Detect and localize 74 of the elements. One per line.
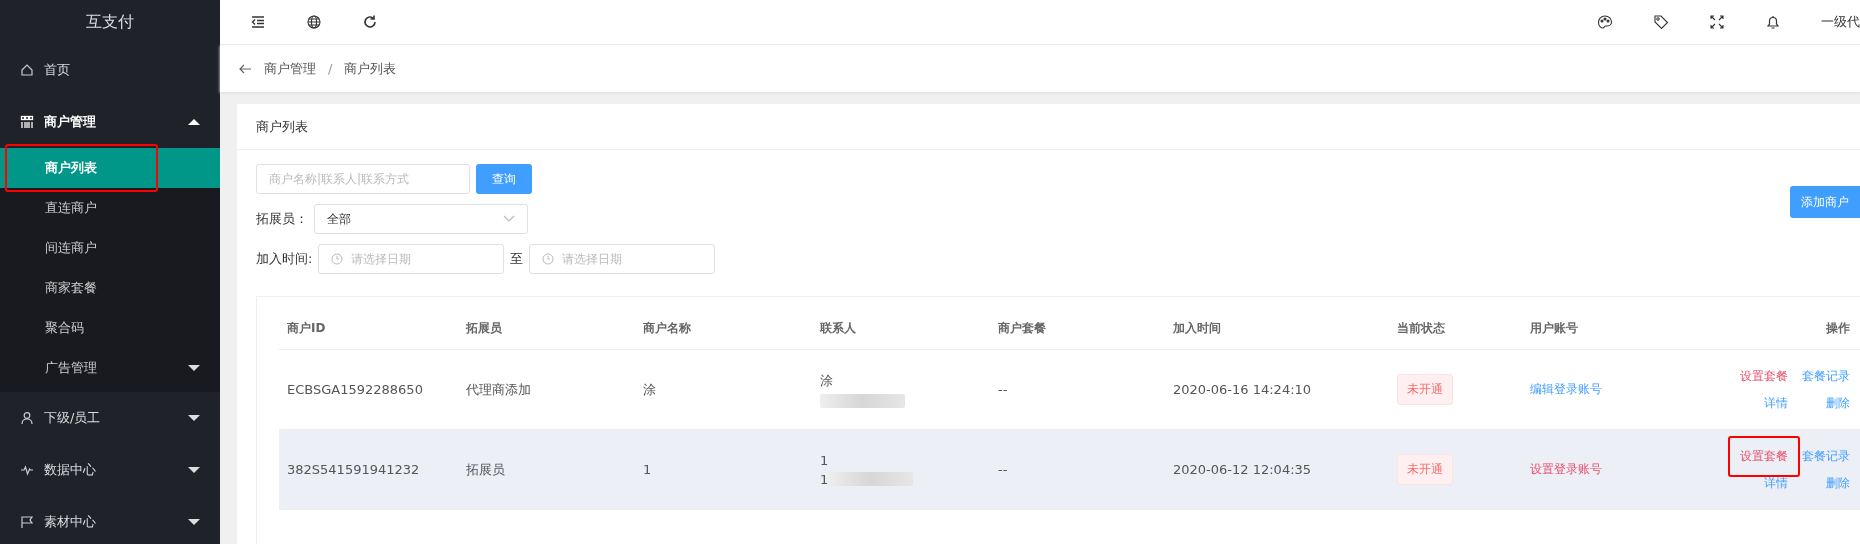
range-separator: 至 <box>510 250 524 268</box>
status-tag: 未开通 <box>1397 454 1453 485</box>
column-header: 商户名称 <box>635 307 812 350</box>
account-link[interactable]: 编辑登录账号 <box>1530 381 1602 398</box>
grid-icon <box>20 115 34 129</box>
sidebar-item[interactable]: 素材中心 <box>0 496 220 544</box>
action-link[interactable]: 删除 <box>1826 394 1850 412</box>
submenu-item[interactable]: 广告管理 <box>0 348 220 388</box>
search-button[interactable]: 查询 <box>476 164 532 194</box>
breadcrumb-item[interactable]: 商户列表 <box>344 59 397 78</box>
refresh-icon[interactable] <box>362 14 378 30</box>
action-link[interactable]: 详情 <box>1764 474 1788 492</box>
breadcrumb-item[interactable]: 商户管理 <box>264 59 316 78</box>
field-label: 拓展员： <box>256 210 308 228</box>
column-header: 用户账号 <box>1522 307 1702 350</box>
action-link[interactable]: 详情 <box>1764 394 1788 412</box>
account-link[interactable]: 设置登录账号 <box>1530 461 1602 478</box>
tag-icon[interactable] <box>1653 14 1669 30</box>
submenu-item[interactable]: 聚合码 <box>0 308 220 348</box>
menu-collapse-icon[interactable] <box>250 14 266 30</box>
promoter-select[interactable]: 全部 <box>314 204 528 234</box>
bell-icon[interactable] <box>1765 14 1781 30</box>
sidebar-item[interactable]: 数据中心 <box>0 444 220 496</box>
submenu-item[interactable]: 商家套餐 <box>0 268 220 308</box>
table-cell-text: 382S541591941232 <box>286 461 421 479</box>
table-cell-text: 2020-06-16 14:24:10 <box>1172 381 1313 399</box>
pulse-icon <box>20 463 34 477</box>
palette-icon[interactable] <box>1597 14 1613 30</box>
contact-text: 1 <box>820 471 829 487</box>
submenu-item[interactable]: 直连商户 <box>0 188 220 228</box>
app-logo-text: 互支付 <box>86 11 134 33</box>
card-title: 商户列表 <box>256 117 308 136</box>
sidebar-item[interactable]: 商户管理 <box>0 96 220 148</box>
table-cell-text: 1 <box>642 461 653 479</box>
column-header: 商户套餐 <box>990 307 1165 350</box>
status-tag: 未开通 <box>1397 374 1453 405</box>
user-icon <box>20 411 34 425</box>
home-icon <box>20 63 34 77</box>
clock-icon <box>542 253 555 265</box>
column-header: 联系人 <box>812 307 990 350</box>
action-link[interactable]: 套餐记录 <box>1802 447 1850 465</box>
action-link[interactable]: 设置套餐 <box>1728 435 1800 477</box>
column-header: 加入时间 <box>1165 307 1389 350</box>
field-label: 加入时间: <box>256 250 313 268</box>
contact-text: 涂 <box>820 371 833 390</box>
table-cell-text: 代理商添加 <box>465 380 532 399</box>
sidebar-item[interactable]: 下级/员工 <box>0 392 220 444</box>
action-link[interactable]: 设置套餐 <box>1740 367 1788 385</box>
action-link[interactable]: 删除 <box>1826 474 1850 492</box>
table-cell-text: 2020-06-12 12:04:35 <box>1172 461 1313 479</box>
column-header: 商户ID <box>279 307 458 350</box>
sidebar-item[interactable]: 首页 <box>0 44 220 96</box>
breadcrumb-separator: / <box>328 61 333 76</box>
globe-icon[interactable] <box>306 14 322 30</box>
table-cell-text: 拓展员 <box>465 460 506 479</box>
chevron-down-icon <box>503 215 515 223</box>
contact-text: 1 <box>820 452 829 468</box>
user-menu[interactable]: 一级代 <box>1821 13 1860 31</box>
search-field[interactable]: 商户名称|联系人|联系方式 <box>256 164 470 194</box>
date-field[interactable]: 请选择日期 <box>318 244 505 274</box>
table-cell-text: ECBSGA1592288650 <box>286 381 424 399</box>
flag-icon <box>20 515 34 529</box>
column-header: 拓展员 <box>458 307 635 350</box>
action-link[interactable]: 套餐记录 <box>1802 367 1850 385</box>
table-cell-text: -- <box>997 461 1009 479</box>
submenu-item[interactable]: 间连商户 <box>0 228 220 268</box>
table-cell-text: 涂 <box>642 380 657 399</box>
add-merchant-button[interactable]: 添加商户 <box>1790 186 1860 218</box>
clock-icon <box>331 253 344 265</box>
table-cell-text: -- <box>997 381 1009 399</box>
column-header: 当前状态 <box>1389 307 1522 350</box>
column-header: 操作 <box>1702 307 1860 350</box>
date-field[interactable]: 请选择日期 <box>529 244 716 274</box>
fullscreen-icon[interactable] <box>1709 14 1725 30</box>
